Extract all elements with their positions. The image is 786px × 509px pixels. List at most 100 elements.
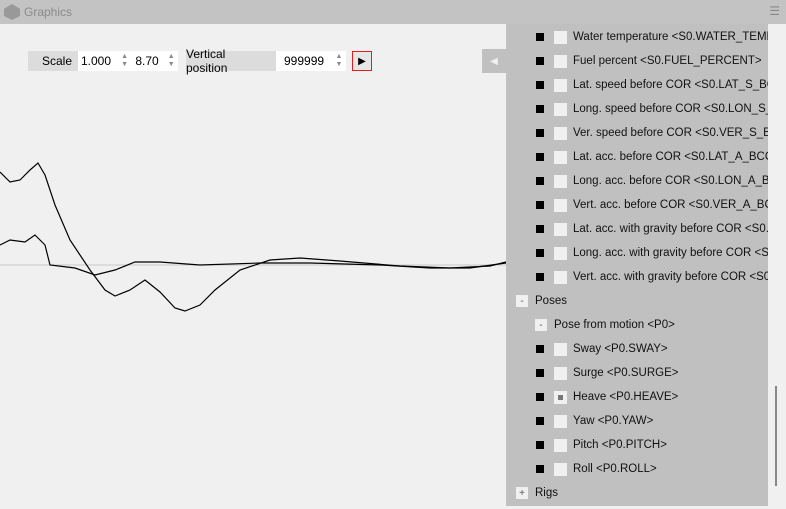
tree-item-pose[interactable]: Heave <P0.HEAVE> [536,385,678,409]
scale-spinner[interactable]: ▲ ▼ [118,53,132,69]
checkbox[interactable] [554,222,567,236]
tree-item-signal[interactable]: Vert. acc. with gravity before COR <S0.V… [536,265,768,289]
signal-label: Ver. speed before COR <S0.VER_S_BCO [573,127,768,139]
signal-label: Pitch <P0.PITCH> [573,439,667,451]
checkbox[interactable] [554,462,567,476]
tree-item-signal[interactable]: Long. acc. before COR <S0.LON_A_BCO [536,169,768,193]
signal-label: Vert. acc. with gravity before COR <S0.V… [573,271,768,283]
checkbox[interactable] [554,198,567,212]
checkbox[interactable] [554,414,567,428]
signal-label: Fuel percent <S0.FUEL_PERCENT> [573,55,762,67]
signal-label: Long. speed before COR <S0.LON_S_BC [573,103,768,115]
group-label: Poses [535,295,567,307]
tree-item-signal[interactable]: Long. speed before COR <S0.LON_S_BC [536,97,768,121]
tree-item-rigs[interactable]: + Rigs [516,481,558,505]
checkbox[interactable] [554,438,567,452]
signal-label: Lat. acc. before COR <S0.LAT_A_BCOR> [573,151,768,163]
hamburger-icon[interactable]: ☰ [769,4,780,18]
collapse-icon[interactable]: - [535,319,547,331]
signal-label: Vert. acc. before COR <S0.VER_A_BCOR [573,199,768,211]
scale-inputs: 1.000 ▲ ▼ 8.70 ▲ ▼ [78,51,178,71]
tree-item-poses[interactable]: - Poses [516,289,567,313]
color-swatch[interactable] [536,57,544,65]
scale2-spinner[interactable]: ▲ ▼ [164,53,178,69]
tree-item-signal[interactable]: Water temperature <S0.WATER_TEMPE [536,25,768,49]
collapse-panel-button[interactable]: ◀ [482,49,506,73]
color-swatch[interactable] [536,465,544,473]
color-swatch[interactable] [536,153,544,161]
color-swatch[interactable] [536,81,544,89]
play-icon: ▶ [358,55,366,67]
color-swatch[interactable] [536,441,544,449]
vertical-position-control: Vertical position 999999 ▲ ▼ [186,47,346,75]
tree-item-pose[interactable]: Pitch <P0.PITCH> [536,433,667,457]
signal-label: Heave <P0.HEAVE> [573,391,679,403]
tree-item-pose[interactable]: Sway <P0.SWAY> [536,337,668,361]
expand-icon[interactable]: + [516,487,528,499]
color-swatch[interactable] [536,393,544,401]
title-bar: Graphics ☰ [0,0,786,24]
vertical-position-spinner[interactable]: ▲ ▼ [332,53,346,69]
checkbox[interactable] [554,270,567,284]
color-swatch[interactable] [536,369,544,377]
app-logo-icon [4,4,20,20]
tree-item-pose[interactable]: Yaw <P0.YAW> [536,409,653,433]
color-swatch[interactable] [536,105,544,113]
arrow-left-icon: ◀ [490,55,498,67]
group-label: Rigs [535,487,559,499]
scrollbar[interactable] [768,24,786,506]
signal-curve [0,234,507,276]
color-swatch[interactable] [536,273,544,281]
color-swatch[interactable] [536,33,544,41]
signal-label: Roll <P0.ROLL> [573,463,657,475]
signal-label: Sway <P0.SWAY> [573,343,668,355]
tree-item-signal[interactable]: Fuel percent <S0.FUEL_PERCENT> [536,49,762,73]
signal-label: Yaw <P0.YAW> [573,415,654,427]
vertical-position-label: Vertical position [186,47,276,75]
checkbox[interactable] [554,366,567,380]
checkbox[interactable] [554,150,567,164]
checkbox[interactable] [554,30,567,44]
collapse-icon[interactable]: - [516,295,528,307]
checkbox[interactable] [554,126,567,140]
checkbox[interactable] [554,246,567,260]
tree-item-pose[interactable]: Surge <P0.SURGE> [536,361,678,385]
tree-item-pose[interactable]: Roll <P0.ROLL> [536,457,657,481]
tree-item-signal[interactable]: Lat. acc. with gravity before COR <S0.LA… [536,217,768,241]
color-swatch[interactable] [536,177,544,185]
group-label: Pose from motion <P0> [554,319,675,331]
color-swatch[interactable] [536,345,544,353]
signal-curve [0,162,507,312]
signal-label: Lat. acc. with gravity before COR <S0.LA… [573,223,768,235]
scale-input[interactable]: 1.000 [81,54,118,68]
tree-item-signal[interactable]: Long. acc. with gravity before COR <S0.L [536,241,768,265]
window-title: Graphics [24,5,73,19]
color-swatch[interactable] [536,225,544,233]
signal-tree: Water temperature <S0.WATER_TEMPE Fuel pe… [506,24,768,506]
signal-label: Lat. speed before COR <S0.LAT_S_BCOR [573,79,768,91]
tree-item-signal[interactable]: Ver. speed before COR <S0.VER_S_BCO [536,121,768,145]
color-swatch[interactable] [536,417,544,425]
checkbox[interactable] [554,102,567,116]
tree-item-signal[interactable]: Vert. acc. before COR <S0.VER_A_BCOR [536,193,768,217]
color-swatch[interactable] [536,249,544,257]
graph-area[interactable] [0,24,507,506]
checkbox[interactable] [554,390,567,404]
vertical-position-input[interactable]: 999999 [284,54,332,68]
scrollbar-thumb[interactable] [775,386,777,486]
play-button[interactable]: ▶ [352,51,372,71]
checkbox[interactable] [554,174,567,188]
signal-label: Surge <P0.SURGE> [573,367,679,379]
tree-item-signal[interactable]: Lat. speed before COR <S0.LAT_S_BCOR [536,73,768,97]
checkbox[interactable] [554,54,567,68]
tree-item-pose-from-motion[interactable]: - Pose from motion <P0> [535,313,675,337]
checkbox[interactable] [554,78,567,92]
scale2-input[interactable]: 8.70 [131,54,164,68]
signal-label: Water temperature <S0.WATER_TEMPE [573,31,768,43]
checkbox[interactable] [554,342,567,356]
signal-label: Long. acc. with gravity before COR <S0.L [573,247,768,259]
graph-canvas [0,162,507,312]
color-swatch[interactable] [536,201,544,209]
color-swatch[interactable] [536,129,544,137]
tree-item-signal[interactable]: Lat. acc. before COR <S0.LAT_A_BCOR> [536,145,768,169]
